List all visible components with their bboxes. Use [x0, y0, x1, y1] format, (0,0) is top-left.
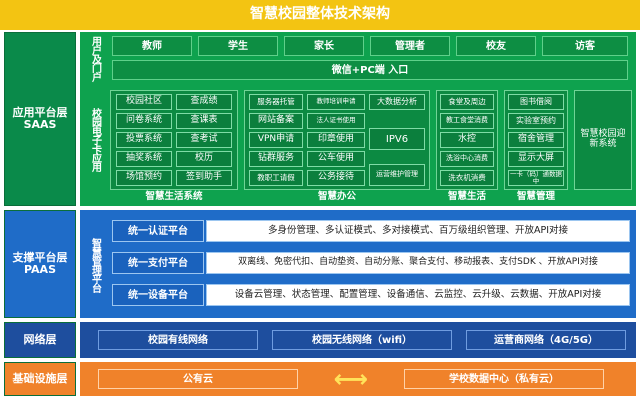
app-item[interactable]: 签到助手	[176, 170, 232, 186]
service-pay-content: 双离线、免密代扣、自动垫资、自动分账、聚合支付、移动报表、支付SDK 、开放AP…	[206, 252, 630, 274]
group-title-smart-life-system: 智慧生活系统	[145, 191, 203, 203]
diagram-title: 智慧校园整体技术架构	[250, 6, 390, 23]
layer-infra-text: 基础设施层	[12, 371, 68, 385]
new-student-system[interactable]: 智慧校园迎新系统	[574, 90, 632, 190]
user-parent[interactable]: 家长	[284, 36, 364, 56]
service-pay-title[interactable]: 统一支付平台	[112, 252, 204, 274]
user-visitor[interactable]: 访客	[542, 36, 628, 56]
service-auth-content: 多身份管理、多认证模式、多对接模式、百万级组织管理、开放API对接	[206, 220, 630, 242]
service-auth-title[interactable]: 统一认证平台	[112, 220, 204, 242]
bidirectional-arrow-icon: ⟷	[333, 364, 369, 393]
app-item[interactable]: 校园社区	[116, 94, 172, 110]
infra-private-cloud[interactable]: 学校数据中心（私有云）	[404, 369, 604, 389]
app-item[interactable]: 校历	[176, 151, 232, 167]
app-item[interactable]: 投票系统	[116, 132, 172, 148]
app-item[interactable]: 大数据分析	[369, 94, 425, 110]
app-item[interactable]: 教师培训申请	[307, 94, 365, 110]
infra-public-cloud[interactable]: 公有云	[98, 369, 298, 389]
app-item[interactable]: 食堂及周边	[440, 94, 494, 110]
app-item[interactable]: 运营维护管理	[369, 164, 425, 186]
service-device-content: 设备云管理、状态管理、配置管理、设备通信、云监控、云升级、云数据、开放API对接	[206, 284, 630, 306]
app-item[interactable]: 场馆预约	[116, 170, 172, 186]
layer-network-text: 网络层	[23, 332, 57, 346]
user-manager[interactable]: 管理者	[370, 36, 450, 56]
group-title-smart-living: 智慧生活	[447, 191, 486, 203]
user-alumni[interactable]: 校友	[456, 36, 536, 56]
app-item[interactable]: IPV6	[369, 128, 425, 150]
app-item[interactable]: 教工食堂消费	[440, 113, 494, 129]
layer-label-support: 支撑平台层 PAAS	[4, 210, 76, 318]
app-item[interactable]: 水控	[440, 132, 494, 148]
app-item[interactable]: 图书借阅	[508, 94, 564, 110]
app-item[interactable]: 宿舍管理	[508, 132, 564, 148]
app-item[interactable]: 法人证书使用	[307, 113, 365, 129]
campus-card-vertical-label: 校园电子卡应用	[89, 107, 101, 171]
user-teacher[interactable]: 教师	[112, 36, 192, 56]
app-item[interactable]: 服务器托管	[249, 94, 303, 110]
layer-label-infra: 基础设施层	[4, 362, 76, 396]
app-item[interactable]: 抽奖系统	[116, 151, 172, 167]
app-item[interactable]: 查考试	[176, 132, 232, 148]
network-wifi[interactable]: 校园无线网络（wifi）	[272, 330, 452, 350]
network-carrier[interactable]: 运营商网络（4G/5G）	[466, 330, 626, 350]
app-item[interactable]: 洗衣机消费	[440, 170, 494, 186]
users-vertical-label: 用户及门户	[89, 35, 101, 81]
app-item[interactable]: 问卷系统	[116, 113, 172, 129]
app-item[interactable]: VPN申请	[249, 132, 303, 148]
layer-label-app: 应用平台层 SAAS	[4, 32, 76, 206]
support-vertical-label: 智慧管理平台	[89, 238, 101, 292]
user-student[interactable]: 学生	[198, 36, 278, 56]
app-item[interactable]: 教职工请假	[249, 170, 303, 186]
app-item[interactable]: 显示大屏	[508, 151, 564, 167]
layer-support-text: 支撑平台层 PAAS	[12, 250, 68, 276]
app-item[interactable]: 查课表	[176, 113, 232, 129]
app-item[interactable]: 洗浴中心消费	[440, 151, 494, 167]
app-item[interactable]: 公务接待	[307, 170, 365, 186]
app-item[interactable]: 公车使用	[307, 151, 365, 167]
group-title-smart-management: 智慧管理	[516, 191, 555, 203]
app-item[interactable]: 实验室预约	[508, 113, 564, 129]
app-item[interactable]: 查成绩	[176, 94, 232, 110]
portal-entry[interactable]: 微信+PC端 入口	[112, 60, 628, 80]
users-row: 教师 学生 家长 管理者 校友 访客	[108, 36, 632, 56]
service-device-title[interactable]: 统一设备平台	[112, 284, 204, 306]
app-item[interactable]: 印章使用	[307, 132, 365, 148]
group-title-smart-office: 智慧办公	[317, 191, 356, 203]
new-student-system-label: 智慧校园迎新系统	[580, 129, 626, 149]
app-item[interactable]: 一卡（码）通数据中	[508, 170, 564, 186]
layer-label-network: 网络层	[4, 322, 76, 358]
app-item[interactable]: 钻群服务	[249, 151, 303, 167]
app-item[interactable]: 网站备案	[249, 113, 303, 129]
network-wired[interactable]: 校园有线网络	[98, 330, 258, 350]
layer-app-text: 应用平台层 SAAS	[12, 105, 68, 131]
